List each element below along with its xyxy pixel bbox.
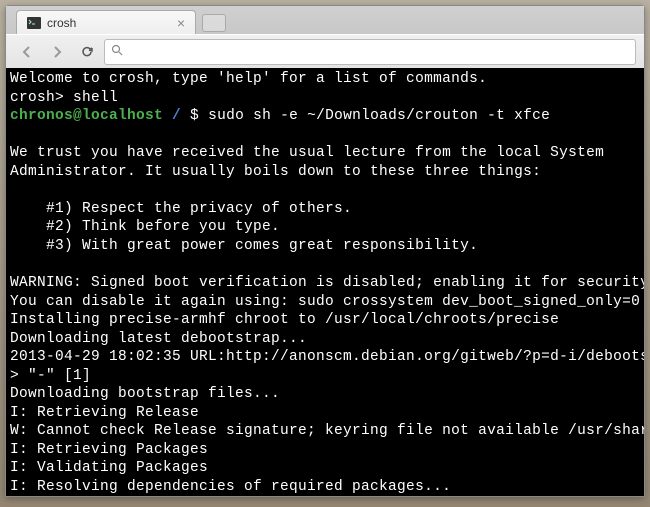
line: #2) Think before you type. bbox=[10, 219, 280, 235]
terminal-output[interactable]: Welcome to crosh, type 'help' for a list… bbox=[6, 68, 644, 496]
url-input[interactable] bbox=[129, 44, 629, 59]
tab-title: crosh bbox=[47, 16, 76, 30]
cmd: sudo sh -e ~/Downloads/crouton -t xfce bbox=[208, 108, 550, 124]
tab-bar: crosh × bbox=[6, 6, 644, 34]
toolbar bbox=[6, 34, 644, 68]
search-icon bbox=[111, 44, 123, 59]
line: #3) With great power comes great respons… bbox=[10, 238, 478, 254]
line: WARNING: Signed boot verification is dis… bbox=[10, 275, 644, 291]
prompt: crosh> bbox=[10, 90, 73, 106]
line: > "-" [1] bbox=[10, 368, 91, 384]
line: I: Retrieving Packages bbox=[10, 442, 208, 458]
terminal-icon bbox=[27, 16, 41, 30]
new-tab-button[interactable] bbox=[202, 14, 226, 32]
line: Downloading bootstrap files... bbox=[10, 386, 280, 402]
dollar: $ bbox=[190, 108, 208, 124]
line: W: Cannot check Release signature; keyri… bbox=[10, 423, 644, 439]
tab-crosh[interactable]: crosh × bbox=[16, 10, 196, 34]
forward-button[interactable] bbox=[44, 39, 70, 65]
line: Installing precise-armhf chroot to /usr/… bbox=[10, 312, 559, 328]
close-icon[interactable]: × bbox=[177, 16, 185, 30]
line: #1) Respect the privacy of others. bbox=[10, 201, 352, 217]
line: Administrator. It usually boils down to … bbox=[10, 164, 541, 180]
line: I: Retrieving Release bbox=[10, 405, 199, 421]
reload-button[interactable] bbox=[74, 39, 100, 65]
user-host: chronos@localhost bbox=[10, 108, 163, 124]
browser-window: crosh × Welcome to crosh, type 'help' fo… bbox=[5, 5, 645, 497]
line: You can disable it again using: sudo cro… bbox=[10, 294, 640, 310]
line: We trust you have received the usual lec… bbox=[10, 145, 604, 161]
line: I: Resolving dependencies of required pa… bbox=[10, 479, 451, 495]
line: Welcome to crosh, type 'help' for a list… bbox=[10, 71, 487, 87]
line: I: Validating Packages bbox=[10, 460, 208, 476]
back-button[interactable] bbox=[14, 39, 40, 65]
path: / bbox=[163, 108, 190, 124]
line: 2013-04-29 18:02:35 URL:http://anonscm.d… bbox=[10, 349, 644, 365]
line: Downloading latest debootstrap... bbox=[10, 331, 307, 347]
cmd: shell bbox=[73, 90, 118, 106]
address-bar[interactable] bbox=[104, 39, 636, 65]
